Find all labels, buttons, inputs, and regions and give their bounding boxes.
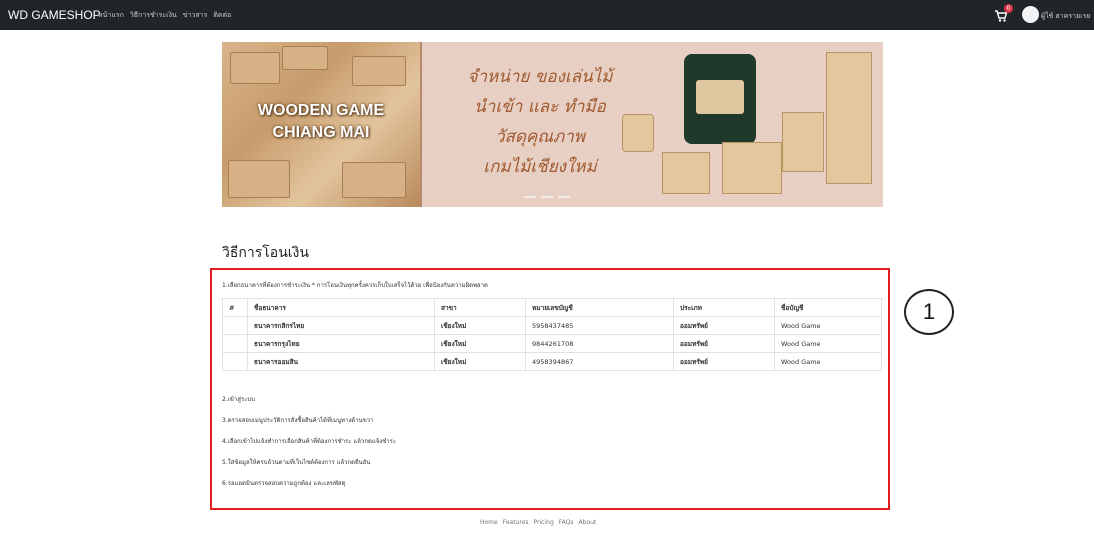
cell-bank-name: ธนาคารกรุงไทย xyxy=(247,334,435,353)
carousel-indicator[interactable] xyxy=(558,196,570,198)
footer-link-features[interactable]: Features xyxy=(503,519,529,526)
cell-number xyxy=(222,352,248,371)
cell-branch: เชียงใหม่ xyxy=(434,334,526,353)
page-title: วิธีการโอนเงิน xyxy=(222,245,309,261)
cell-account-name: Wood Game xyxy=(774,316,882,335)
nav-link-payment[interactable]: วิธีการชำระเงิน xyxy=(130,10,177,21)
step-wait-admin-verification: 6.รอแอดมินตรวจสอบความถูกต้อง และเลขพัสดุ xyxy=(222,480,346,487)
wooden-toy-piece xyxy=(722,142,782,194)
banner-slogan-line-3: วัสดุคุณภาพ xyxy=(494,127,586,147)
cell-branch: เชียงใหม่ xyxy=(434,352,526,371)
column-header-bank-name: ชื่อธนาคาร xyxy=(247,298,435,317)
brand-logo[interactable]: WD GAMESHOP xyxy=(8,8,101,22)
cell-branch: เชียงใหม่ xyxy=(434,316,526,335)
cell-account-number: 4958394867 xyxy=(525,352,674,371)
banner-thai-slogan: จำหน่าย ของเล่นไม้ นำเข้า และ ทำมือ วัสด… xyxy=(440,62,640,182)
footer-link-about[interactable]: About xyxy=(579,519,597,526)
footer-link-faqs[interactable]: FAQs xyxy=(559,519,574,526)
wooden-brick xyxy=(342,162,406,198)
cell-account-type: ออมทรัพย์ xyxy=(673,316,775,335)
wooden-brick xyxy=(352,56,406,86)
cell-bank-name: ธนาคารออมสิน xyxy=(247,352,435,371)
wooden-tower-piece xyxy=(826,52,872,184)
top-navbar: WD GAMESHOP หน้าแรก วิธีการชำระเงิน ข่าว… xyxy=(0,0,1094,30)
wooden-brick xyxy=(282,46,328,70)
banner-title-line-2: CHIANG MAI xyxy=(272,124,370,141)
payment-intro-text: 1.เลือกธนาคารที่ต้องการชำระเงิน * การโอน… xyxy=(222,282,488,289)
cell-account-name: Wood Game xyxy=(774,352,882,371)
cart-count-badge: 0 xyxy=(1004,4,1013,13)
bank-accounts-table: # ชื่อธนาคาร สาขา หมายเลขบัญชี ประเภท ชื… xyxy=(222,298,882,371)
nav-link-news[interactable]: ข่าวสาร xyxy=(183,10,208,21)
cell-account-type: ออมทรัพย์ xyxy=(673,334,775,353)
column-header-account-number: หมายเลขบัญชี xyxy=(525,298,674,317)
table-row: ธนาคารออมสิน เชียงใหม่ 4958394867 ออมทรั… xyxy=(222,352,882,371)
table-header-row: # ชื่อธนาคาร สาขา หมายเลขบัญชี ประเภท ชื… xyxy=(222,298,882,317)
banner-slogan-line-4: เกมไม้เชียงใหม่ xyxy=(483,157,597,177)
cell-account-number: 9844261708 xyxy=(525,334,674,353)
step-check-order-history: 3.ตรวจสอบเมนูประวัติการสั่งซื้อสินค้าได้… xyxy=(222,417,374,424)
carousel-indicator[interactable] xyxy=(541,196,553,198)
column-header-branch: สาขา xyxy=(434,298,526,317)
nav-link-contact[interactable]: ติดต่อ xyxy=(213,10,231,21)
step-fill-in-details: 5.ใส่ข้อมูลให้ครบถ้วนตามที่เว็บไซต์ต้องก… xyxy=(222,459,371,466)
footer-nav: Home Features Pricing FAQs About xyxy=(480,519,596,526)
footer-link-pricing[interactable]: Pricing xyxy=(534,519,554,526)
wooden-toy-piece xyxy=(622,114,654,152)
column-header-number: # xyxy=(222,298,248,317)
carousel-indicator[interactable] xyxy=(524,196,536,198)
nav-links: หน้าแรก วิธีการชำระเงิน ข่าวสาร ติดต่อ xyxy=(98,10,231,21)
jar-label xyxy=(696,80,744,114)
banner-title-line-1: WOODEN GAME xyxy=(257,102,385,119)
table-row: ธนาคารกสิกรไทย เชียงใหม่ 5958437485 ออมท… xyxy=(222,316,882,335)
table-row: ธนาคารกรุงไทย เชียงใหม่ 9844261708 ออมทร… xyxy=(222,334,882,353)
cell-account-number: 5958437485 xyxy=(525,316,674,335)
wooden-toy-piece xyxy=(662,152,710,194)
hero-banner-carousel[interactable]: WOODEN GAME CHIANG MAI จำหน่าย ของเล่นไม… xyxy=(222,42,883,207)
nav-link-home[interactable]: หน้าแรก xyxy=(98,10,124,21)
banner-left-title: WOODEN GAME CHIANG MAI xyxy=(222,100,420,144)
banner-wooden-blocks-image: WOODEN GAME CHIANG MAI xyxy=(222,42,420,207)
cell-number xyxy=(222,316,248,335)
banner-slogan-line-1: จำหน่าย ของเล่นไม้ xyxy=(467,67,613,87)
step-select-product-to-pay: 4.เลือกเข้าไปแจ้งทำการเลือกสินค้าที่ต้อง… xyxy=(222,438,397,445)
cell-account-name: Wood Game xyxy=(774,334,882,353)
username-label[interactable]: ผู้ใช้ ฮาครายเรย xyxy=(1041,11,1090,22)
column-header-account-name: ชื่อบัญชี xyxy=(774,298,882,317)
wooden-toy-piece xyxy=(782,112,824,172)
footer-link-home[interactable]: Home xyxy=(480,519,498,526)
cell-account-type: ออมทรัพย์ xyxy=(673,352,775,371)
cell-number xyxy=(222,334,248,353)
cell-bank-name: ธนาคารกสิกรไทย xyxy=(247,316,435,335)
banner-divider xyxy=(420,42,422,207)
column-header-account-type: ประเภท xyxy=(673,298,775,317)
banner-slogan-line-2: นำเข้า และ ทำมือ xyxy=(474,97,606,117)
user-avatar[interactable] xyxy=(1022,6,1039,23)
wooden-brick xyxy=(230,52,280,84)
carousel-indicators xyxy=(524,196,570,198)
wooden-brick xyxy=(228,160,290,198)
annotation-callout-number: 1 xyxy=(904,289,954,335)
step-login: 2.เข้าสู่ระบบ xyxy=(222,396,255,403)
